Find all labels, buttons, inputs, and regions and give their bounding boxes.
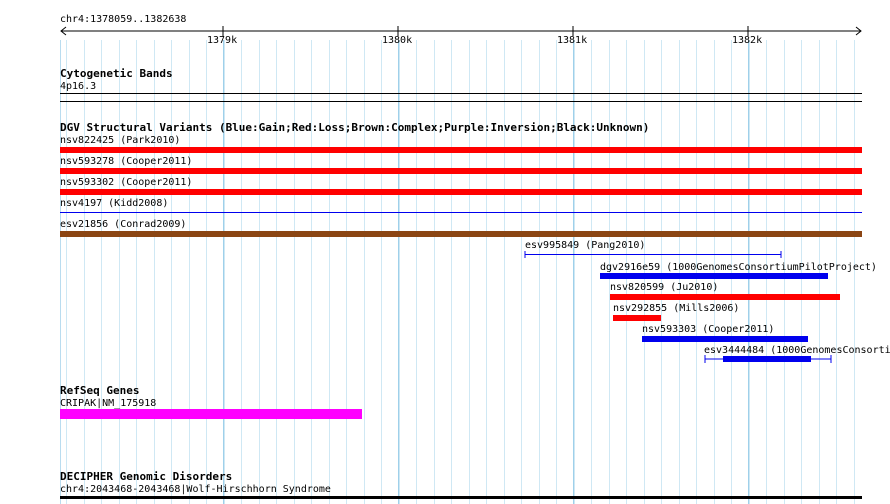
variant-loss-bar[interactable] <box>60 147 862 153</box>
variant-loss-bar[interactable] <box>60 189 862 195</box>
variant-loss-bar[interactable] <box>60 168 862 174</box>
variant-label[interactable]: nsv292855 (Mills2006) <box>613 303 739 315</box>
genome-browser-view: chr4:1378059..1382638 1379k 1380k 1381k … <box>0 0 890 504</box>
decipher-disorder-bar[interactable] <box>60 496 862 499</box>
variant-label[interactable]: nsv820599 (Ju2010) <box>610 282 718 294</box>
ruler-tick-label: 1382k <box>732 35 763 46</box>
cytoband-label[interactable]: 4p16.3 <box>60 81 96 93</box>
decipher-track-title[interactable]: DECIPHER Genomic Disorders <box>60 470 232 483</box>
decipher-entry-label[interactable]: chr4:2043468-2043468|Wolf-Hirschhorn Syn… <box>60 484 331 496</box>
cytoband-bar-bottom <box>60 101 862 102</box>
variant-gain-line[interactable] <box>60 212 862 213</box>
variant-complex-bar[interactable] <box>60 231 862 237</box>
variant-label[interactable]: nsv822425 (Park2010) <box>60 135 180 147</box>
gene-bar[interactable] <box>60 409 362 419</box>
variant-gain-bar[interactable] <box>642 336 808 342</box>
variant-loss-bar[interactable] <box>613 315 661 321</box>
variant-gain-bar[interactable] <box>600 273 828 279</box>
variant-label[interactable]: nsv4197 (Kidd2008) <box>60 198 168 210</box>
dgv-track-title[interactable]: DGV Structural Variants (Blue:Gain;Red:L… <box>60 121 649 134</box>
variant-label[interactable]: nsv593278 (Cooper2011) <box>60 156 192 168</box>
variant-label[interactable]: nsv593303 (Cooper2011) <box>642 324 774 336</box>
refseq-track-title[interactable]: RefSeq Genes <box>60 384 139 397</box>
variant-gain-interval[interactable] <box>524 251 784 258</box>
region-label: chr4:1378059..1382638 <box>60 14 187 25</box>
cytoband-bar-top <box>60 93 862 94</box>
cytoband-track-title[interactable]: Cytogenetic Bands <box>60 67 173 80</box>
variant-label[interactable]: esv21856 (Conrad2009) <box>60 219 186 231</box>
ruler-tick-label: 1381k <box>557 35 588 46</box>
ruler-tick-label: 1379k <box>207 35 238 46</box>
ruler-tick-label: 1380k <box>382 35 413 46</box>
variant-gain-interval[interactable] <box>704 355 834 363</box>
variant-loss-bar[interactable] <box>610 294 840 300</box>
variant-label[interactable]: nsv593302 (Cooper2011) <box>60 177 192 189</box>
